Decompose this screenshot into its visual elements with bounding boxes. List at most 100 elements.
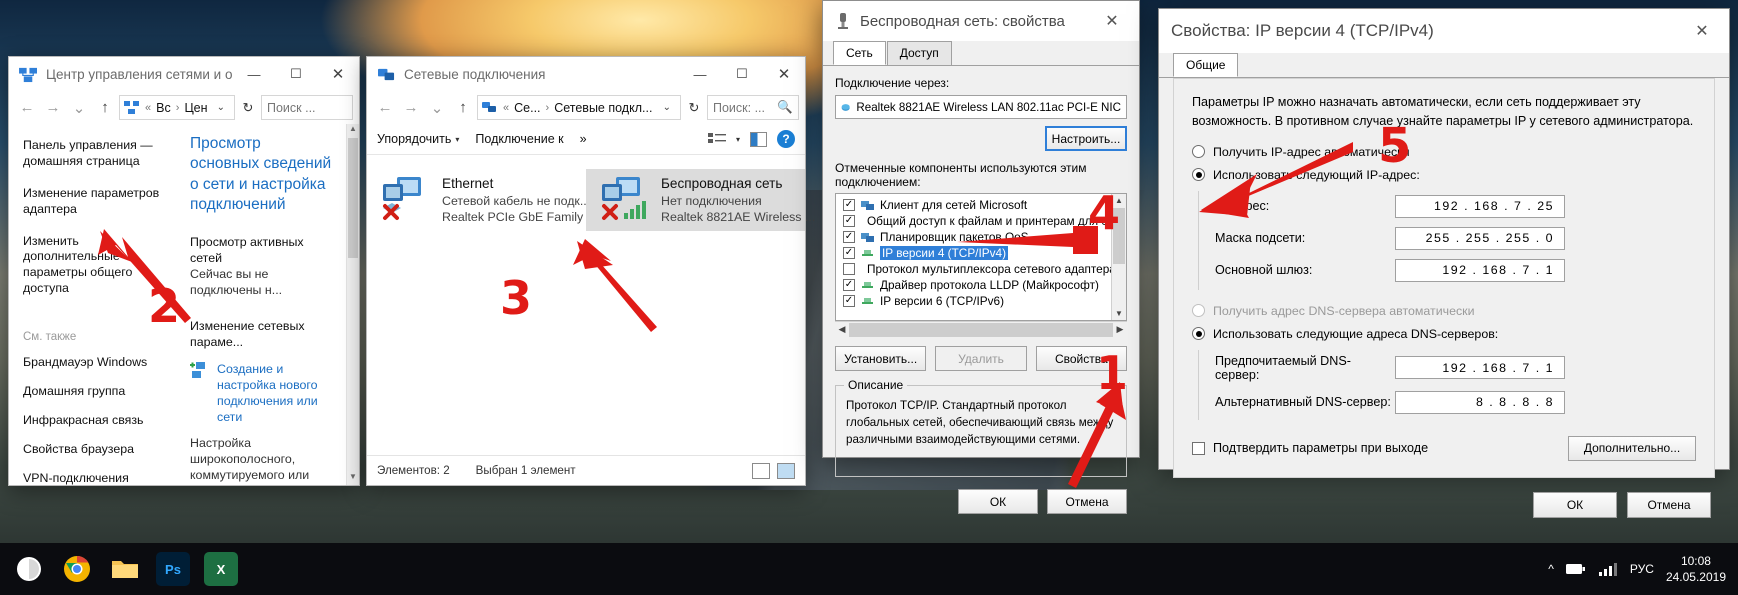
- use-following-ip-radio-button[interactable]: [1192, 168, 1205, 182]
- view-toggle-group[interactable]: [752, 462, 795, 479]
- win2-window-buttons[interactable]: — ☐ ✕: [679, 57, 805, 91]
- windows-start-icon[interactable]: [12, 552, 46, 586]
- component-checkbox-0[interactable]: ✓: [843, 199, 855, 211]
- network-connections-window[interactable]: Сетевые подключения — ☐ ✕ ← → ⌄ ↑ « Се..…: [366, 56, 815, 486]
- use-following-dns-radio[interactable]: Использовать следующие адреса DNS-сервер…: [1192, 327, 1696, 341]
- win2-forward-button[interactable]: →: [399, 96, 423, 120]
- win4-tabs[interactable]: Общие: [1159, 53, 1729, 78]
- win1-minimize-button[interactable]: —: [233, 57, 275, 91]
- change-adapter-settings-link[interactable]: Изменение параметров адаптера: [23, 186, 176, 218]
- win3-titlebar[interactable]: Беспроводная сеть: свойства ✕: [823, 1, 1139, 41]
- tray-chevron-up-icon[interactable]: ^: [1548, 562, 1554, 576]
- preferred-dns-input[interactable]: 192 . 168 . 7 . 1: [1395, 356, 1565, 380]
- win1-crumb-0[interactable]: Вс...: [156, 101, 171, 115]
- component-checkbox-2[interactable]: ✓: [843, 231, 855, 243]
- network-icon[interactable]: [1598, 561, 1618, 577]
- win1-refresh-icon[interactable]: ↻: [237, 96, 259, 120]
- advanced-button[interactable]: Дополнительно...: [1568, 435, 1696, 461]
- use-following-ip-radio[interactable]: Использовать следующий IP-адрес:: [1192, 168, 1696, 182]
- browser-properties-link[interactable]: Свойства браузера: [23, 442, 176, 458]
- tab-network[interactable]: Сеть: [833, 41, 886, 65]
- win2-navbar[interactable]: ← → ⌄ ↑ « Се... › Сетевые подкл... ⌄ ↻ П…: [367, 91, 805, 124]
- vpn-connections-link[interactable]: VPN-подключения: [23, 471, 176, 487]
- win1-up-button[interactable]: ↑: [93, 96, 117, 120]
- win2-close-button[interactable]: ✕: [763, 57, 805, 91]
- hscroll-right-arrow[interactable]: ▶: [1113, 324, 1127, 335]
- win1-forward-button[interactable]: →: [41, 96, 65, 120]
- win3-close-button[interactable]: ✕: [1091, 2, 1133, 40]
- connect-to-button[interactable]: Подключение к: [475, 132, 563, 146]
- win2-refresh-icon[interactable]: ↻: [683, 96, 705, 120]
- win2-search-input[interactable]: Поиск: ... 🔍: [707, 95, 799, 120]
- configure-button[interactable]: Настроить...: [1045, 126, 1127, 151]
- win3-dialog-buttons[interactable]: ОК Отмена: [835, 489, 1127, 514]
- win1-maximize-button[interactable]: ☐: [275, 57, 317, 91]
- taskbar-icons[interactable]: Ps X: [12, 547, 238, 591]
- use-following-dns-radio-button[interactable]: [1192, 327, 1205, 341]
- win1-window-buttons[interactable]: — ☐ ✕: [233, 57, 359, 91]
- tab-general[interactable]: Общие: [1173, 53, 1239, 77]
- network-sharing-center-window[interactable]: Центр управления сетями и об... — ☐ ✕ ← …: [8, 56, 360, 486]
- system-tray[interactable]: ^ РУС 10:08 24.05.2019: [1548, 543, 1732, 595]
- ip-address-input[interactable]: 192 . 168 . 7 . 25: [1395, 194, 1565, 218]
- component-checkbox-3[interactable]: ✓: [843, 247, 855, 259]
- hscroll-thumb[interactable]: [849, 322, 1113, 337]
- win2-maximize-button[interactable]: ☐: [721, 57, 763, 91]
- ethernet-connection-item[interactable]: Ethernet Сетевой кабель не подк... Realt…: [367, 169, 597, 231]
- validate-settings-row[interactable]: Подтвердить параметры при выходе Дополни…: [1192, 435, 1696, 461]
- win1-back-button[interactable]: ←: [15, 96, 39, 120]
- chrome-icon[interactable]: [60, 552, 94, 586]
- details-view-button[interactable]: [752, 462, 770, 479]
- validate-settings-checkbox[interactable]: [1192, 441, 1205, 455]
- ipv4-component-row[interactable]: ✓ IP версии 4 (TCP/IPv4): [839, 245, 1110, 261]
- component-row-6[interactable]: ✓ IP версии 6 (TCP/IPv6): [839, 293, 1110, 309]
- component-row-0[interactable]: ✓ Клиент для сетей Microsoft: [839, 197, 1110, 213]
- win2-back-button[interactable]: ←: [373, 96, 397, 120]
- win3-ok-button[interactable]: ОК: [958, 489, 1038, 514]
- win2-minimize-button[interactable]: —: [679, 57, 721, 91]
- win1-history-button[interactable]: ⌄: [67, 96, 91, 120]
- wireless-connection-item[interactable]: Беспроводная сеть Нет подключения Realte…: [586, 169, 815, 232]
- win1-search-input[interactable]: Поиск ...: [261, 95, 353, 120]
- win3-cancel-button[interactable]: Отмена: [1047, 489, 1127, 514]
- excel-icon[interactable]: X: [204, 552, 238, 586]
- win2-up-button[interactable]: ↑: [451, 96, 475, 120]
- install-button[interactable]: Установить...: [835, 346, 927, 371]
- control-panel-home-link[interactable]: Панель управления — домашняя страница: [23, 138, 176, 170]
- component-checkbox-1[interactable]: ✓: [843, 215, 855, 227]
- obtain-dns-auto-radio[interactable]: Получить адрес DNS-сервера автоматически: [1192, 304, 1696, 318]
- default-gateway-input[interactable]: 192 . 168 . 7 . 1: [1395, 258, 1565, 282]
- component-checkbox-4[interactable]: [843, 263, 855, 275]
- ipv4-properties-dialog[interactable]: Свойства: IP версии 4 (TCP/IPv4) ✕ Общие…: [1158, 8, 1730, 518]
- new-connection-label[interactable]: Создание и настройка нового подключения …: [217, 361, 332, 426]
- component-buttons[interactable]: Установить... Удалить Свойства: [835, 346, 1127, 371]
- win2-crumb-1[interactable]: Сетевые подкл...: [554, 101, 652, 115]
- win2-titlebar[interactable]: Сетевые подключения — ☐ ✕: [367, 57, 805, 91]
- components-listbox[interactable]: ✓ Клиент для сетей Microsoft ✓ Общий дос…: [835, 193, 1127, 321]
- win2-command-bar[interactable]: Упорядочить ▾ Подключение к » ▾ ?: [367, 124, 805, 155]
- win1-navbar[interactable]: ← → ⌄ ↑ « Вс... › Цент... ⌄ ↻ Поиск ...: [9, 91, 359, 124]
- win4-titlebar[interactable]: Свойства: IP версии 4 (TCP/IPv4) ✕: [1159, 9, 1729, 53]
- win1-close-button[interactable]: ✕: [317, 57, 359, 91]
- win2-address-bar[interactable]: « Се... › Сетевые подкл... ⌄: [477, 95, 681, 120]
- subnet-mask-input[interactable]: 255 . 255 . 255 . 0: [1395, 226, 1565, 250]
- help-icon[interactable]: ?: [777, 130, 795, 148]
- hscroll-left-arrow[interactable]: ◀: [835, 324, 849, 335]
- component-row-5[interactable]: ✓ Драйвер протокола LLDP (Майкрософт): [839, 277, 1110, 293]
- win3-tabs[interactable]: Сеть Доступ: [823, 41, 1139, 66]
- win2-crumb-0[interactable]: Се...: [514, 101, 540, 115]
- component-row-1[interactable]: ✓ Общий доступ к файлам и принтерам для …: [839, 213, 1126, 229]
- win4-ok-button[interactable]: ОК: [1533, 491, 1617, 518]
- obtain-dns-auto-radio-button[interactable]: [1192, 304, 1205, 318]
- alternate-dns-input[interactable]: 8 . 8 . 8 . 8: [1395, 390, 1565, 414]
- battery-icon[interactable]: [1565, 562, 1586, 576]
- preview-pane-icon[interactable]: [750, 131, 767, 147]
- obtain-ip-auto-radio[interactable]: Получить IP-адрес автоматически: [1192, 145, 1696, 159]
- win1-address-bar[interactable]: « Вс... › Цент... ⌄: [119, 95, 235, 120]
- win4-close-button[interactable]: ✕: [1681, 12, 1723, 50]
- taskbar[interactable]: Ps X ^ РУС 10:08 24.05.2019: [0, 543, 1738, 595]
- photoshop-icon[interactable]: Ps: [156, 552, 190, 586]
- file-explorer-icon[interactable]: [108, 552, 142, 586]
- infrared-link[interactable]: Инфракрасная связь: [23, 413, 176, 429]
- win1-vertical-scrollbar[interactable]: ▲ ▼: [346, 124, 359, 485]
